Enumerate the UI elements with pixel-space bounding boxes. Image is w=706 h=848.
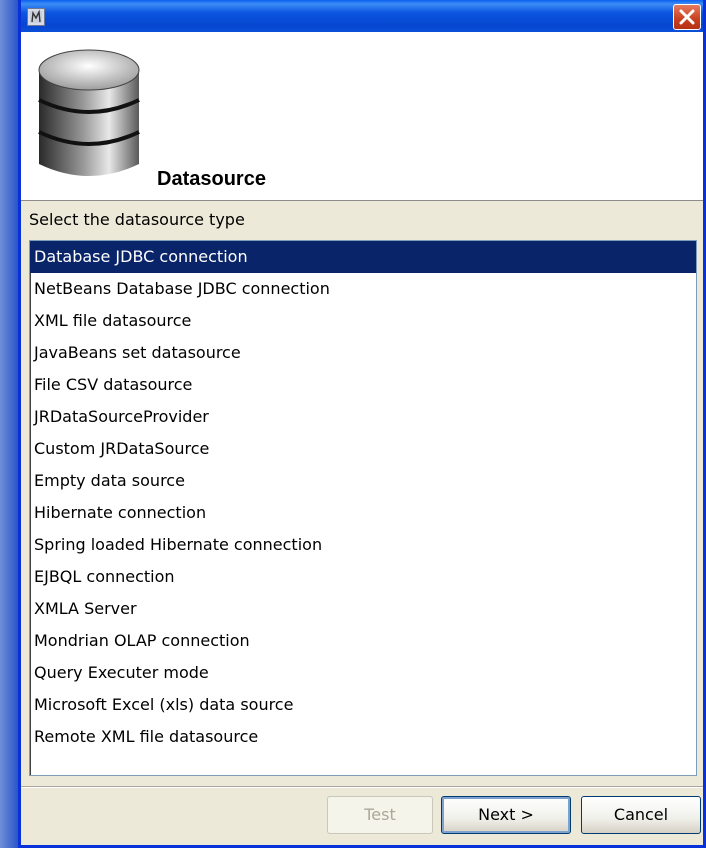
list-item[interactable]: File CSV datasource xyxy=(30,369,696,401)
list-item[interactable]: Database JDBC connection xyxy=(30,241,696,273)
database-icon xyxy=(38,49,140,176)
list-item[interactable]: Hibernate connection xyxy=(30,497,696,529)
desktop-edge xyxy=(0,0,18,848)
select-type-label: Select the datasource type xyxy=(29,210,245,229)
close-icon xyxy=(679,9,695,25)
list-item[interactable]: Microsoft Excel (xls) data source xyxy=(30,689,696,721)
report-app-icon xyxy=(27,8,45,26)
list-item[interactable]: Remote XML file datasource xyxy=(30,721,696,753)
button-bar-divider xyxy=(21,786,703,788)
next-button[interactable]: Next > xyxy=(441,796,571,834)
wizard-header: Datasource xyxy=(21,32,703,201)
cancel-button[interactable]: Cancel xyxy=(581,796,701,834)
list-item[interactable]: JRDataSourceProvider xyxy=(30,401,696,433)
page-title: Datasource xyxy=(157,168,266,190)
list-item[interactable]: XMLA Server xyxy=(30,593,696,625)
title-bar[interactable] xyxy=(21,0,703,32)
list-item[interactable]: Empty data source xyxy=(30,465,696,497)
list-item[interactable]: Custom JRDataSource xyxy=(30,433,696,465)
list-item[interactable]: Query Executer mode xyxy=(30,657,696,689)
datasource-type-list[interactable]: Database JDBC connection NetBeans Databas… xyxy=(29,240,697,776)
close-button[interactable] xyxy=(673,4,701,30)
list-item[interactable]: XML file datasource xyxy=(30,305,696,337)
list-item[interactable]: NetBeans Database JDBC connection xyxy=(30,273,696,305)
list-item[interactable]: Spring loaded Hibernate connection xyxy=(30,529,696,561)
list-item[interactable]: EJBQL connection xyxy=(30,561,696,593)
test-button[interactable]: Test xyxy=(327,796,433,834)
datasource-dialog: Datasource Select the datasource type Da… xyxy=(18,0,706,848)
list-item[interactable]: JavaBeans set datasource xyxy=(30,337,696,369)
list-item[interactable]: Mondrian OLAP connection xyxy=(30,625,696,657)
